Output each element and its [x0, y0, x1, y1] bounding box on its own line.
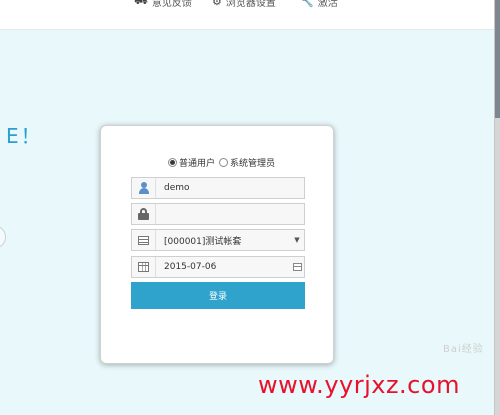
account-set-select[interactable]: [000001]测试帐套 ▼ — [131, 229, 305, 251]
wrench-icon: 🔧 — [300, 0, 314, 8]
username-value[interactable]: demo — [156, 183, 304, 193]
vertical-scrollbar[interactable] — [494, 0, 500, 415]
lock-icon — [138, 208, 149, 220]
site-url-watermark: www.yyrjxz.com — [258, 371, 460, 399]
dropdown-arrow-icon[interactable]: ▼ — [290, 236, 304, 244]
list-icon — [138, 235, 149, 245]
username-field[interactable]: demo — [131, 177, 305, 199]
feedback-label: 意见反馈 — [151, 0, 192, 9]
login-panel: 普通用户 系统管理员 demo [000001]测试帐套 ▼ 2015-07-0… — [100, 125, 334, 364]
normal-user-label[interactable]: 普通用户 — [179, 156, 215, 169]
lock-icon-addon — [132, 204, 156, 224]
account-set-value[interactable]: [000001]测试帐套 — [156, 234, 290, 247]
browser-settings-label: 浏览器设置 — [225, 0, 276, 9]
top-toolbar: ⛟ 意见反馈 ⚙ 浏览器设置 🔧 激活 — [0, 0, 494, 30]
login-date-value[interactable]: 2015-07-06 — [156, 262, 290, 272]
normal-user-radio[interactable] — [168, 158, 177, 167]
login-date-field[interactable]: 2015-07-06 — [131, 256, 305, 278]
baidu-jingyan-watermark: Bai经验 — [443, 344, 484, 355]
feedback-link[interactable]: ⛟ 意见反馈 — [134, 0, 192, 9]
gear-icon: ⚙ — [212, 0, 222, 8]
list-icon-addon — [132, 230, 156, 250]
user-icon-addon — [132, 178, 156, 198]
admin-user-label[interactable]: 系统管理员 — [230, 156, 275, 169]
user-icon — [138, 182, 150, 194]
calendar-icon-addon — [132, 257, 156, 277]
scrollbar-thumb[interactable] — [495, 0, 500, 118]
login-button[interactable]: 登录 — [131, 282, 305, 309]
password-field[interactable] — [131, 203, 305, 225]
admin-user-radio[interactable] — [219, 158, 229, 167]
calendar-icon — [138, 262, 149, 272]
browser-settings-link[interactable]: ⚙ 浏览器设置 — [212, 0, 276, 9]
activate-link[interactable]: 🔧 激活 — [300, 0, 338, 9]
date-picker-icon[interactable] — [290, 263, 304, 271]
user-type-selector: 普通用户 系统管理员 — [168, 156, 275, 169]
welcome-heading-fragment: E！ — [6, 124, 43, 148]
truck-icon: ⛟ — [134, 0, 148, 7]
activate-label: 激活 — [317, 0, 338, 9]
